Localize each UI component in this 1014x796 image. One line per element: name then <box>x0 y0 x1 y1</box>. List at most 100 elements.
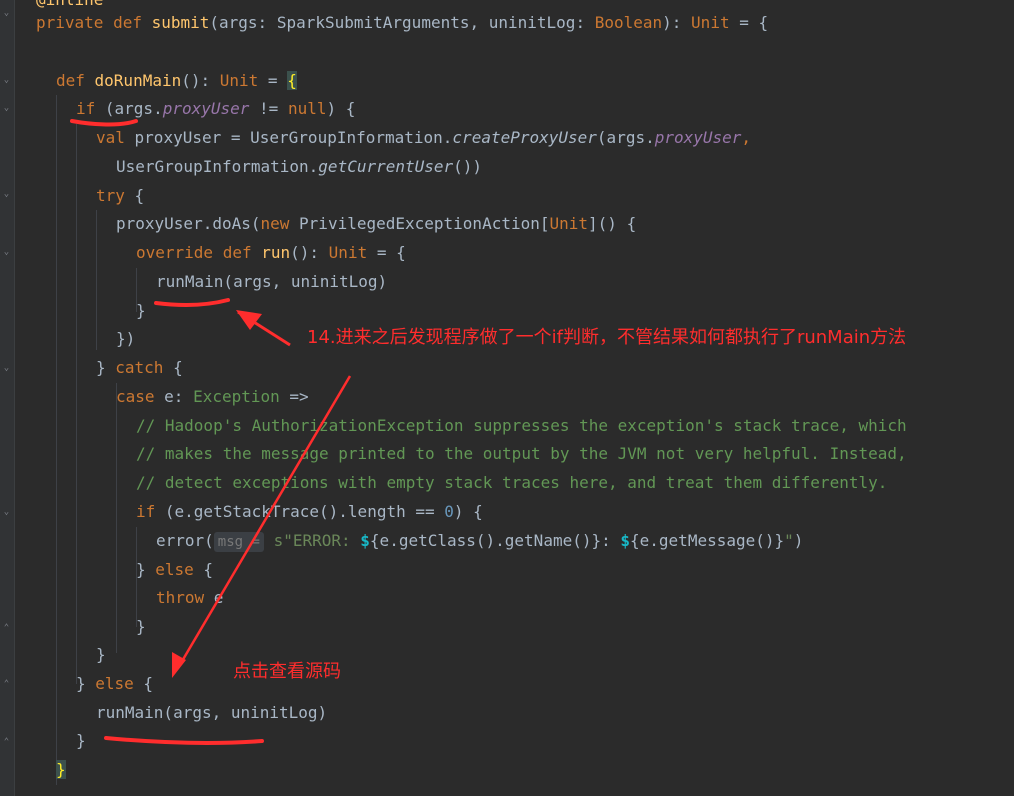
code-text: ]() { <box>588 214 637 233</box>
fold-marker-icon[interactable]: ⌃ <box>2 624 11 633</box>
code-text: UserGroupInformation. <box>116 157 319 176</box>
code-text: ): <box>662 13 692 32</box>
code-editor[interactable]: ⌄ ⌄ ⌄ ⌄ ⌄ ⌄ ⌄ ⌃ ⌃ ⌃ @inline private def … <box>0 0 1014 796</box>
property: proxyUser <box>162 99 250 118</box>
method-name: getCurrentUser <box>318 157 454 176</box>
code-line-case[interactable]: case e: Exception => <box>116 383 309 411</box>
code-text: , <box>741 128 752 147</box>
keyword: private <box>36 13 114 32</box>
interpolation-marker: $ <box>620 531 631 550</box>
code-text: error( <box>156 531 214 550</box>
code-text: PrivilegedExceptionAction[ <box>289 214 550 233</box>
code-text: != <box>249 99 288 118</box>
code-text: proxyUser.doAs( <box>116 214 261 233</box>
fold-marker-icon[interactable]: ⌄ <box>2 364 11 373</box>
code-line-close[interactable]: } <box>136 297 146 325</box>
keyword: def <box>56 71 95 90</box>
code-line-override-run[interactable]: override def run(): Unit = { <box>136 239 406 267</box>
code-line-comment[interactable]: // Hadoop's AuthorizationException suppr… <box>136 412 907 440</box>
keyword: else <box>95 674 134 693</box>
keyword: override <box>136 243 223 262</box>
code-text: => <box>279 387 309 406</box>
code-text: } <box>136 617 146 636</box>
underline-runmain-mark <box>154 298 230 307</box>
code-line-close[interactable]: } <box>76 727 86 755</box>
code-text: = { <box>729 13 769 32</box>
code-text: } <box>136 301 146 320</box>
indent-guide <box>96 210 97 350</box>
fold-marker-icon[interactable]: ⌄ <box>2 248 11 257</box>
code-text: runMain(args, uninitLog) <box>156 272 388 291</box>
code-line-val-proxyuser[interactable]: val proxyUser = UserGroupInformation.cre… <box>96 124 751 152</box>
indent-guide <box>116 383 117 653</box>
code-line-throw[interactable]: throw e <box>156 584 223 612</box>
code-text: e: <box>154 387 194 406</box>
arrow-to-runmain <box>237 310 291 347</box>
code-line-get-current-user[interactable]: UserGroupInformation.getCurrentUser()) <box>116 153 482 181</box>
keyword: try <box>96 186 125 205</box>
code-line-comment[interactable]: // makes the message printed to the outp… <box>136 440 907 468</box>
code-text: = { <box>367 243 406 262</box>
code-text: (e.getStackTrace().length == <box>155 502 445 521</box>
code-line-close[interactable]: } <box>96 641 106 669</box>
code-line-dorunmain[interactable]: def doRunMain(): Unit = { <box>56 67 297 95</box>
fold-marker-icon[interactable]: ⌃ <box>2 738 11 747</box>
code-line-doas[interactable]: proxyUser.doAs(new PrivilegedExceptionAc… <box>116 210 636 238</box>
string-literal: s"ERROR: <box>263 531 361 550</box>
number-literal: 0 <box>444 502 454 521</box>
type-name: Unit <box>691 13 730 32</box>
keyword: new <box>260 214 290 233</box>
code-line-close-dorunmain[interactable]: } <box>56 756 66 784</box>
code-text: { <box>193 560 214 579</box>
code-text: } <box>96 645 106 664</box>
editor-gutter: ⌄ ⌄ ⌄ ⌄ ⌄ ⌄ ⌄ ⌃ ⌃ ⌃ <box>0 0 15 796</box>
fold-marker-icon[interactable]: ⌄ <box>2 9 11 18</box>
code-line-submit[interactable]: private def submit(args: SparkSubmitArgu… <box>36 9 768 37</box>
comment-text: // makes the message printed to the outp… <box>136 444 907 463</box>
keyword: val <box>96 128 125 147</box>
code-text: } <box>96 358 116 377</box>
type-name: Exception <box>193 387 280 406</box>
comment-text: // detect exceptions with empty stack tr… <box>136 473 888 492</box>
indent-guide <box>76 124 77 684</box>
code-line-runmain-1[interactable]: runMain(args, uninitLog) <box>156 268 387 296</box>
fold-marker-icon[interactable]: ⌄ <box>2 104 11 113</box>
code-text: }) <box>116 329 136 348</box>
code-line-error[interactable]: error(msg = s"ERROR: ${e.getClass().getN… <box>156 527 803 555</box>
comment-text: // Hadoop's AuthorizationException suppr… <box>136 416 907 435</box>
code-line-close[interactable]: } <box>136 613 146 641</box>
code-text: ) { <box>453 502 483 521</box>
code-text: ) { <box>326 99 356 118</box>
code-line-catch[interactable]: } catch { <box>96 354 183 382</box>
code-line-close[interactable]: }) <box>116 325 135 353</box>
matched-brace: } <box>56 760 66 779</box>
annotation-click-source: 点击查看源码 <box>233 661 341 682</box>
keyword: else <box>155 560 194 579</box>
arrow-head-runmain <box>236 310 262 330</box>
code-text: {e.getClass().getName()}: <box>369 531 621 550</box>
code-line-comment[interactable]: // detect exceptions with empty stack tr… <box>136 469 887 497</box>
code-text: { <box>124 186 145 205</box>
code-text: {e.getMessage()} <box>630 531 785 550</box>
type-name: Boolean <box>594 13 663 32</box>
fold-marker-icon[interactable]: ⌄ <box>2 508 11 517</box>
string-literal: " <box>784 531 794 550</box>
code-text: (args: SparkSubmitArguments, uninitLog: <box>209 13 595 32</box>
code-line-try[interactable]: try { <box>96 182 144 210</box>
fold-marker-icon[interactable]: ⌃ <box>2 680 11 689</box>
code-line-runmain-2[interactable]: runMain(args, uninitLog) <box>96 699 327 727</box>
code-line-else[interactable]: } else { <box>136 556 213 584</box>
code-line-else-outer[interactable]: } else { <box>76 670 153 698</box>
keyword: def <box>113 13 152 32</box>
code-text: e <box>204 588 224 607</box>
parameter-hint: msg = <box>213 532 264 552</box>
property: proxyUser <box>654 128 742 147</box>
code-text: } <box>76 731 86 750</box>
code-line-if-stacktrace[interactable]: if (e.getStackTrace().length == 0) { <box>136 498 483 526</box>
fold-marker-icon[interactable]: ⌄ <box>2 76 11 85</box>
code-line-if-proxyuser[interactable]: if (args.proxyUser != null) { <box>76 95 355 123</box>
code-text: } <box>76 674 96 693</box>
keyword: if <box>76 99 96 118</box>
method-name: createProxyUser <box>452 128 597 147</box>
fold-marker-icon[interactable]: ⌄ <box>2 190 11 199</box>
